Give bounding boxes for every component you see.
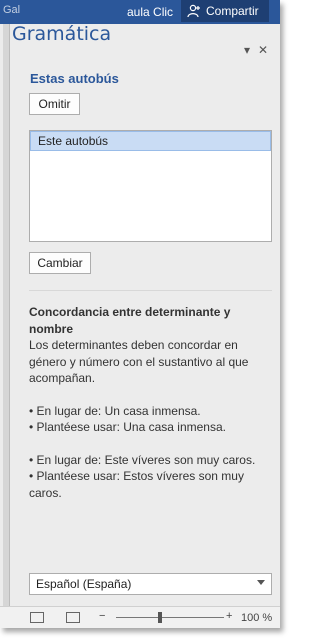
add-person-icon [187,4,200,18]
divider [29,290,272,291]
title-bar: Gal aula Clic Compartir [0,0,280,24]
pane-controls: ▾ ✕ [244,43,268,57]
example-wrong: • En lugar de: Un casa inmensa. [29,403,201,418]
print-layout-icon[interactable] [30,612,44,623]
web-layout-icon[interactable] [66,612,80,623]
ignore-button[interactable]: Omitir [29,93,80,115]
error-phrase: Estas autobús [30,71,119,86]
change-button[interactable]: Cambiar [29,252,91,274]
zoom-out-button[interactable]: − [99,610,105,622]
collapse-icon[interactable]: ▾ [244,43,250,57]
suggestion-list[interactable]: Este autobús [29,130,272,242]
zoom-slider[interactable] [116,617,224,618]
close-icon[interactable]: ✕ [258,43,268,57]
language-select[interactable]: Español (España) [29,573,272,595]
title-fragment: Gal [3,4,21,16]
explanation-panel: Concordancia entre determinante y nombre… [29,304,274,501]
dropdown-arrow-icon [257,580,265,585]
explanation-heading: Concordancia entre determinante y nombre [29,305,231,336]
grammar-window: Gal aula Clic Compartir Gramática ▾ ✕ Es… [0,0,280,628]
pane-title: Gramática [12,23,112,45]
share-button[interactable]: Compartir [181,0,269,22]
explanation-body: Los determinantes deben concordar en gén… [29,338,249,385]
suggestion-item[interactable]: Este autobús [30,131,271,151]
example-wrong: • En lugar de: Este víveres son muy caro… [29,452,256,467]
zoom-slider-thumb[interactable] [158,612,162,623]
zoom-in-button[interactable]: + [226,610,232,622]
document-name: aula Clic [127,5,174,19]
zoom-percent[interactable]: 100 % [241,612,272,624]
example-right: • Plantéese usar: Una casa inmensa. [29,420,226,434]
document-edge [3,24,10,606]
language-value: Español (España) [36,577,132,591]
status-bar: − + 100 % [0,606,280,628]
example-right: • Plantéese usar: Estos víveres son muy … [29,469,244,500]
share-label: Compartir [206,4,259,18]
